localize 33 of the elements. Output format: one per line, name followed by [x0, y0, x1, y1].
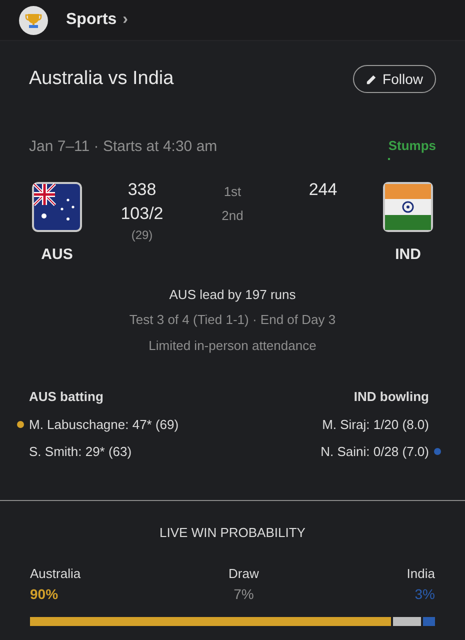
section-heading: IND bowling [354, 388, 429, 406]
attendance-note: Limited in-person attendance [148, 336, 316, 355]
batter-stat: S. Smith: 29* (63) [29, 443, 132, 461]
batter-stat: M. Labuschagne: 47* (69) [29, 416, 179, 434]
lead-summary: AUS lead by 197 runs [169, 286, 296, 304]
bowler-stat: M. Siraj: 1/20 (8.0) [322, 416, 429, 434]
outcome-percent: 3% [414, 584, 435, 604]
outcome-label: Draw [228, 565, 259, 583]
outcome-percent: 90% [30, 584, 58, 604]
innings-label: 2nd [222, 207, 244, 225]
series-info: Test 3 of 4 (Tied 1-1) · End of Day 3 [129, 311, 336, 329]
outcome-label: India [406, 565, 435, 583]
flag-icon [32, 182, 82, 232]
match-status: Stumps [388, 136, 436, 155]
pencil-icon [366, 74, 377, 85]
team-score: 244 [308, 179, 338, 201]
flag-icon [383, 182, 433, 232]
team-code: IND [395, 245, 421, 265]
section-heading: AUS batting [29, 388, 104, 406]
team-score: 338 [128, 179, 156, 201]
innings-label: 1st [224, 183, 242, 201]
overs-count: (29) [131, 227, 153, 244]
match-date: Jan 7–11 · Starts at 4:30 am [29, 136, 218, 156]
team-score: 103/2 [120, 203, 164, 225]
match-title: Australia vs India [29, 67, 174, 91]
team-code: AUS [41, 245, 73, 265]
section-heading: LIVE WIN PROBABILITY [160, 524, 306, 542]
outcome-label: Australia [30, 565, 81, 583]
trophy-icon[interactable] [19, 6, 48, 34]
outcome-percent: 7% [234, 584, 254, 604]
breadcrumb-link[interactable]: Sports › [66, 8, 128, 32]
follow-button[interactable]: Follow [352, 65, 436, 94]
bowler-stat: N. Saini: 0/28 (7.0) [320, 443, 429, 461]
